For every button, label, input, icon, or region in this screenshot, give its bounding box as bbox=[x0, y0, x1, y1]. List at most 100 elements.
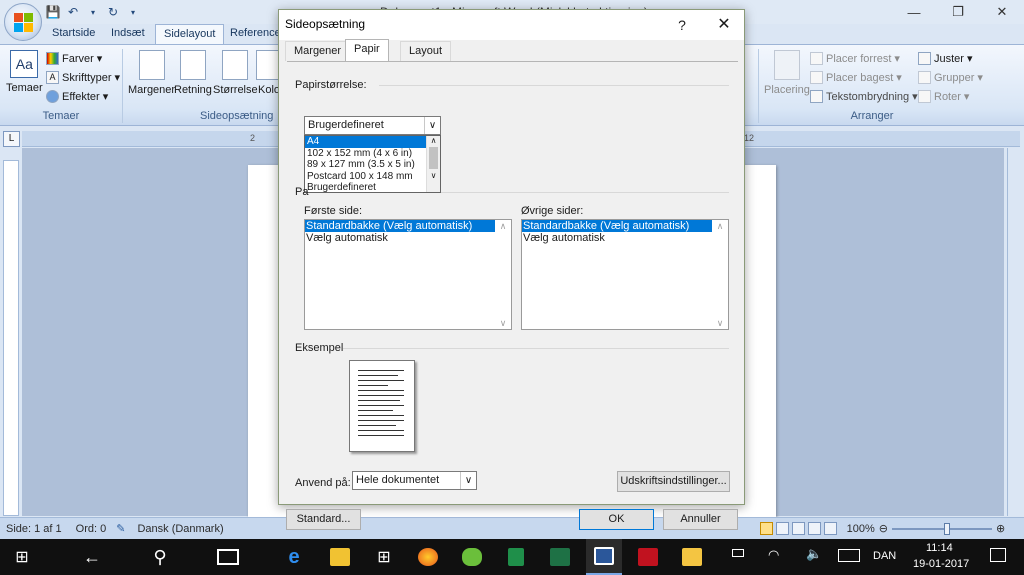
temaer-button[interactable]: Aa Temaer bbox=[6, 50, 43, 94]
firefox-button[interactable] bbox=[410, 539, 446, 575]
search-button[interactable]: ⚲ bbox=[142, 539, 178, 575]
zoom-out-icon[interactable]: ⊖ bbox=[879, 522, 888, 535]
zoom-in-icon[interactable]: ⊕ bbox=[996, 522, 1005, 535]
retning-button[interactable]: Retning bbox=[174, 50, 212, 96]
store-icon: ⊞ bbox=[377, 549, 391, 566]
tab-startside[interactable]: Startside bbox=[44, 24, 103, 44]
minimize-button[interactable]: — bbox=[892, 0, 936, 24]
tab-margener[interactable]: Margener bbox=[285, 41, 351, 61]
undo-dropdown-icon[interactable]: ▾ bbox=[86, 5, 100, 19]
excel-button[interactable] bbox=[542, 539, 578, 575]
chevron-down-icon[interactable]: ∨ bbox=[424, 117, 440, 134]
roter-button[interactable]: Roter ▾ bbox=[918, 87, 983, 106]
draft-view-icon[interactable] bbox=[823, 522, 837, 535]
anvend-paa-select[interactable]: Hele dokumentet ∨ bbox=[352, 471, 477, 490]
notifications-icon[interactable] bbox=[990, 548, 1006, 562]
dropdown-option[interactable]: Brugerdefineret bbox=[305, 182, 440, 194]
standard-button[interactable]: Standard... bbox=[286, 509, 361, 530]
zoom-level[interactable]: 100% bbox=[847, 523, 875, 535]
tekstombrydning-button[interactable]: Tekstombrydning ▾ bbox=[810, 87, 918, 106]
dropdown-option[interactable]: 102 x 152 mm (4 x 6 in) bbox=[305, 148, 440, 160]
app-button[interactable] bbox=[454, 539, 490, 575]
listbox-scrollbar[interactable]: ∧ ∨ bbox=[713, 221, 727, 329]
web-layout-view-icon[interactable] bbox=[791, 522, 805, 535]
scroll-up-icon[interactable]: ∧ bbox=[427, 136, 440, 145]
farver-button[interactable]: Farver ▾ bbox=[46, 49, 120, 68]
listbox-scrollbar[interactable]: ∧ ∨ bbox=[496, 221, 510, 329]
vertical-scrollbar[interactable] bbox=[1007, 148, 1023, 516]
start-button[interactable]: ⊞ bbox=[4, 539, 40, 575]
dropdown-scrollbar[interactable]: ∧ ∨ bbox=[426, 136, 440, 192]
tab-papir[interactable]: Papir bbox=[345, 39, 389, 62]
undo-icon[interactable]: ↶ bbox=[66, 5, 80, 19]
battery-icon[interactable] bbox=[732, 549, 744, 557]
task-view-button[interactable] bbox=[210, 539, 246, 575]
send-backward-icon bbox=[810, 71, 823, 84]
tab-layout[interactable]: Layout bbox=[400, 41, 452, 61]
placer-forrest-button[interactable]: Placer forrest ▾ bbox=[810, 49, 918, 68]
word-button[interactable] bbox=[586, 539, 622, 575]
stoerrelse-button[interactable]: Størrelse bbox=[213, 50, 258, 96]
page-count[interactable]: Side: 1 af 1 bbox=[6, 523, 62, 535]
grupper-button[interactable]: Grupper ▾ bbox=[918, 68, 983, 87]
annuller-button[interactable]: Annuller bbox=[663, 509, 738, 530]
keyboard-icon[interactable] bbox=[838, 549, 860, 562]
edge-button[interactable]: e bbox=[276, 539, 312, 575]
mail-button[interactable] bbox=[674, 539, 710, 575]
windows-icon: ⊞ bbox=[15, 549, 29, 566]
foerste-side-listbox[interactable]: Standardbakke (Vælg automatisk) Vælg aut… bbox=[304, 219, 512, 330]
chevron-down-icon[interactable]: ∨ bbox=[460, 472, 476, 489]
clock-time[interactable]: 11:14 bbox=[926, 542, 953, 554]
customize-qat-icon[interactable]: ▾ bbox=[126, 5, 140, 19]
back-button[interactable]: ← bbox=[74, 539, 110, 575]
list-item[interactable]: Vælg automatisk bbox=[522, 232, 712, 244]
app-red-button[interactable] bbox=[630, 539, 666, 575]
skrifttyper-button[interactable]: A Skrifttyper ▾ bbox=[46, 68, 120, 87]
sheets-button[interactable] bbox=[498, 539, 534, 575]
proofing-icon[interactable]: ✎ bbox=[116, 522, 125, 535]
scroll-down-icon[interactable]: ∨ bbox=[427, 171, 440, 180]
list-item[interactable]: Standardbakke (Vælg automatisk) bbox=[522, 220, 712, 232]
dropdown-option[interactable]: 89 x 127 mm (3.5 x 5 in) bbox=[305, 159, 440, 171]
placering-button[interactable]: Placering bbox=[764, 50, 810, 96]
tab-sidelayout[interactable]: Sidelayout bbox=[155, 24, 225, 44]
udskriftsindstillinger-button[interactable]: Udskriftsindstillinger... bbox=[617, 471, 730, 492]
explorer-button[interactable] bbox=[322, 539, 358, 575]
oevrige-sider-listbox[interactable]: Standardbakke (Vælg automatisk) Vælg aut… bbox=[521, 219, 729, 330]
save-icon[interactable]: 💾 bbox=[46, 5, 61, 19]
zoom-slider[interactable] bbox=[892, 522, 992, 535]
close-window-button[interactable]: ✕ bbox=[980, 0, 1024, 24]
tab-selector-button[interactable]: L bbox=[3, 131, 20, 147]
volume-icon[interactable]: 🔈 bbox=[806, 546, 822, 562]
fullscreen-reading-view-icon[interactable] bbox=[775, 522, 789, 535]
outline-view-icon[interactable] bbox=[807, 522, 821, 535]
clock-date[interactable]: 19-01-2017 bbox=[913, 558, 969, 570]
restore-button[interactable]: ❐ bbox=[936, 0, 980, 24]
dialog-close-button[interactable]: ✕ bbox=[709, 14, 739, 36]
ok-button[interactable]: OK bbox=[579, 509, 654, 530]
juster-button[interactable]: Juster ▾ bbox=[918, 49, 983, 68]
language-status[interactable]: Dansk (Danmark) bbox=[137, 523, 223, 535]
red-app-icon bbox=[638, 548, 658, 566]
print-layout-view-icon[interactable] bbox=[759, 522, 773, 535]
help-button[interactable]: ? bbox=[671, 14, 693, 36]
placer-bagest-button[interactable]: Placer bagest ▾ bbox=[810, 68, 918, 87]
language-indicator[interactable]: DAN bbox=[873, 550, 896, 562]
margener-button[interactable]: Margener bbox=[128, 50, 175, 96]
dropdown-option[interactable]: Postcard 100 x 148 mm bbox=[305, 171, 440, 183]
scroll-thumb[interactable] bbox=[429, 147, 438, 169]
effekter-button[interactable]: Effekter ▾ bbox=[46, 87, 120, 106]
papirstoerrelse-dropdown-list[interactable]: A4 102 x 152 mm (4 x 6 in) 89 x 127 mm (… bbox=[304, 135, 441, 193]
wifi-icon[interactable]: ◠ bbox=[768, 547, 779, 563]
list-item[interactable]: Standardbakke (Vælg automatisk) bbox=[305, 220, 495, 232]
tab-indsaet[interactable]: Indsæt bbox=[103, 24, 153, 44]
word-count[interactable]: Ord: 0 bbox=[76, 523, 107, 535]
papirstoerrelse-select[interactable]: Brugerdefineret ∨ bbox=[304, 116, 441, 135]
dropdown-option[interactable]: A4 bbox=[305, 136, 440, 148]
zoom-slider-thumb[interactable] bbox=[944, 522, 950, 535]
redo-icon[interactable]: ↻ bbox=[106, 5, 120, 19]
vertical-ruler[interactable] bbox=[3, 160, 19, 516]
colors-icon bbox=[46, 52, 59, 65]
list-item[interactable]: Vælg automatisk bbox=[305, 232, 495, 244]
store-button[interactable]: ⊞ bbox=[366, 539, 402, 575]
